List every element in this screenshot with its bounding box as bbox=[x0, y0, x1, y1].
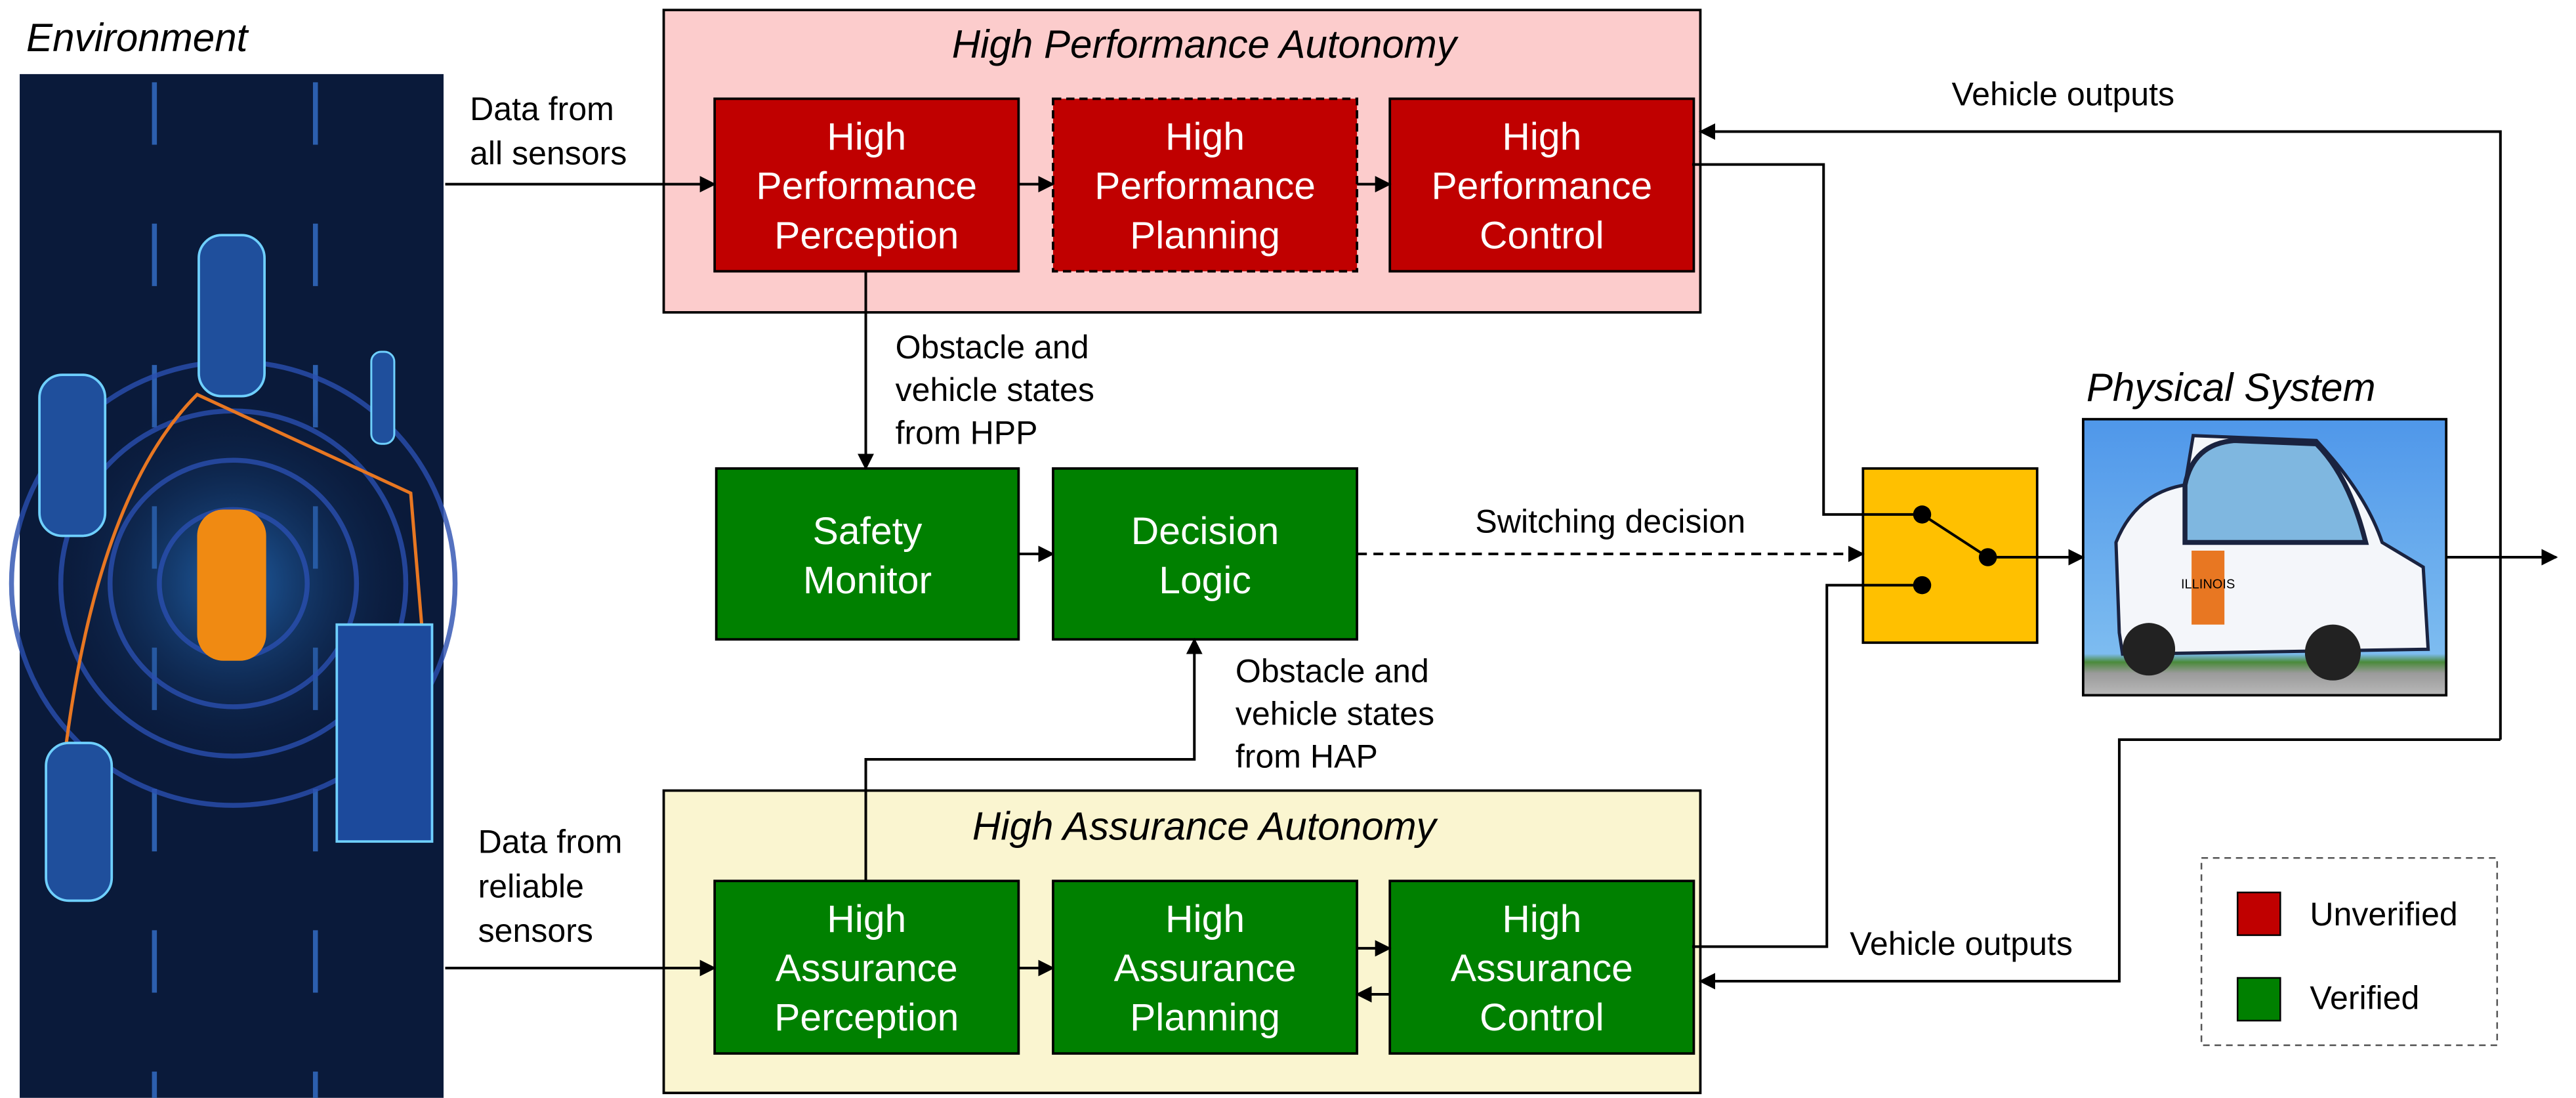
legend-label-unverified: Unverified bbox=[2310, 896, 2457, 933]
label-switching-decision: Switching decision bbox=[1475, 503, 1745, 539]
legend-swatch-verified bbox=[2236, 977, 2281, 1022]
safety-monitor-block: Safety Monitor bbox=[715, 467, 1020, 641]
legend: Unverified Verified bbox=[2200, 856, 2499, 1046]
physical-system-title: Physical System bbox=[2087, 366, 2376, 410]
hp-control-block: High Performance Control bbox=[1388, 97, 1695, 273]
hp-perception-block: High Performance Perception bbox=[713, 97, 1020, 273]
label-vehicle-outputs-top: Vehicle outputs bbox=[1952, 75, 2175, 112]
label-data-all-sensors: Data from all sensors bbox=[470, 91, 627, 172]
decision-logic-block: Decision Logic bbox=[1052, 467, 1359, 641]
illinois-logo-text: ILLINOIS bbox=[2181, 578, 2235, 592]
ha-control-block: High Assurance Control bbox=[1388, 879, 1695, 1055]
legend-swatch-unverified bbox=[2236, 891, 2281, 937]
label-states-from-hap: Obstacle and vehicle states from HAP bbox=[1236, 652, 1434, 774]
haa-title: High Assurance Autonomy bbox=[972, 805, 1439, 849]
label-data-reliable-sensors: Data from reliable sensors bbox=[478, 824, 623, 949]
label-states-from-hpp: Obstacle and vehicle states from HPP bbox=[896, 329, 1094, 451]
environment-illustration bbox=[9, 74, 458, 1098]
hp-planning-block: High Performance Planning bbox=[1052, 97, 1359, 273]
switch-block bbox=[1861, 467, 2039, 644]
vehicle-photo: ILLINOIS bbox=[2081, 417, 2448, 697]
ha-perception-block: High Assurance Perception bbox=[713, 879, 1020, 1055]
architecture-diagram: Environment High Performance Autonomy Hi… bbox=[9, 9, 2558, 1098]
environment-title: Environment bbox=[26, 16, 249, 60]
line-hpc-to-switch bbox=[1692, 163, 1922, 516]
label-vehicle-outputs-bottom: Vehicle outputs bbox=[1850, 925, 2073, 962]
hpa-title: High Performance Autonomy bbox=[952, 22, 1459, 66]
ha-planning-block: High Assurance Planning bbox=[1052, 879, 1359, 1055]
legend-label-verified: Verified bbox=[2310, 980, 2419, 1017]
